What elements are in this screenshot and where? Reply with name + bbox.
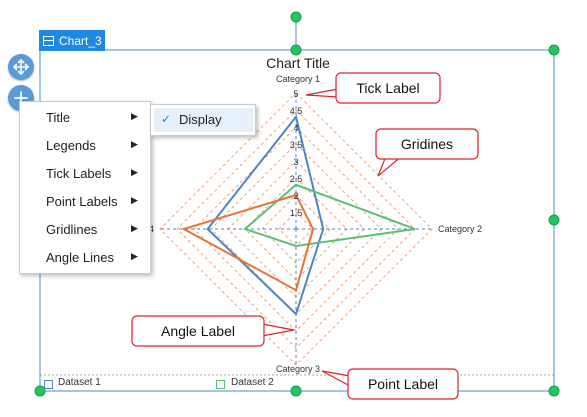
resize-handle[interactable] (290, 385, 302, 397)
chart-tab-icon (43, 35, 54, 46)
resize-handle[interactable] (548, 44, 560, 56)
menu-item-angle-lines[interactable]: Angle Lines ▶ (20, 244, 150, 272)
callout-gridlines: Gridines (375, 128, 479, 177)
legend-label-dataset-1[interactable]: Dataset 1 (58, 377, 101, 388)
menu-item-title[interactable]: Title ▶ (20, 104, 150, 132)
menu-item-label: Point Labels (46, 194, 118, 209)
menu-item-label: Legends (46, 138, 96, 153)
menu-item-label: Title (46, 110, 71, 125)
move-arrows-icon (12, 58, 30, 76)
menu-item-gridlines[interactable]: Gridlines ▶ (20, 216, 150, 244)
resize-handle[interactable] (548, 214, 560, 226)
callout-point-label-pointer (321, 370, 351, 388)
check-icon: ✓ (161, 112, 172, 126)
submenu-arrow-icon: ▶ (131, 167, 138, 177)
chart-name-tab[interactable]: Chart_3 (39, 30, 105, 51)
tick-label: 5 (293, 89, 298, 99)
legend-swatch-dataset-1 (44, 380, 53, 389)
legend-label-dataset-2[interactable]: Dataset 2 (231, 377, 274, 388)
tick-label: 4.5 (290, 106, 303, 116)
tick-label: 3.5 (290, 140, 303, 150)
menu-item-tick-labels[interactable]: Tick Labels ▶ (20, 160, 150, 188)
radar-tick-labels: 1.5 2 2.5 3 3.5 4 4.5 5 (290, 89, 303, 218)
resize-handle[interactable] (290, 44, 302, 56)
tick-label: 4 (293, 123, 298, 133)
tick-label: 3 (293, 157, 298, 167)
callout-angle-label-pointer (261, 323, 295, 337)
resize-handle[interactable] (290, 11, 302, 23)
callout-angle-label: Angle Label (131, 315, 295, 347)
menu-item-label: Angle Lines (46, 250, 114, 265)
point-label-category-2: Category 2 (438, 224, 482, 234)
legend-swatch-dataset-2 (216, 380, 225, 389)
submenu-arrow-icon: ▶ (131, 195, 138, 205)
chart-title[interactable]: Chart Title (266, 55, 330, 71)
menu-item-point-labels[interactable]: Point Labels ▶ (20, 188, 150, 216)
callout-point-label-text: Point Label (368, 376, 438, 392)
submenu-arrow-icon: ▶ (131, 139, 138, 149)
submenu-arrow-icon: ▶ (131, 251, 138, 261)
chart-name-label: Chart_3 (59, 33, 102, 48)
menu-item-legends[interactable]: Legends ▶ (20, 132, 150, 160)
callout-tick-label-text: Tick Label (356, 80, 419, 96)
menu-item-label: Gridlines (46, 222, 98, 237)
callout-tick-label-pointer (305, 88, 339, 98)
series-line-2 (243, 183, 416, 248)
chart-element-menu: Title ▶ Legends ▶ Tick Labels ▶ Point La… (19, 101, 151, 274)
menu-item-label: Tick Labels (46, 166, 112, 181)
point-label-category-1: Category 1 (276, 74, 320, 84)
callout-angle-label-text: Angle Label (161, 323, 235, 339)
submenu-arrow-icon: ▶ (131, 223, 138, 233)
resize-handle[interactable] (548, 385, 560, 397)
callout-gridlines-text: Gridines (401, 136, 453, 152)
callout-point-label: Point Label (321, 368, 459, 400)
tick-label: 2.5 (290, 174, 303, 184)
callout-tick-label: Tick Label (305, 72, 441, 104)
submenu-arrow-icon: ▶ (131, 111, 138, 121)
tick-label: 2 (293, 191, 298, 201)
point-label-category-3: Category 3 (276, 364, 320, 374)
submenu-item-display-label: Display (179, 112, 222, 127)
tick-label: 1.5 (290, 208, 303, 218)
title-submenu: ✓ Display (150, 104, 256, 136)
move-button[interactable] (8, 54, 34, 80)
